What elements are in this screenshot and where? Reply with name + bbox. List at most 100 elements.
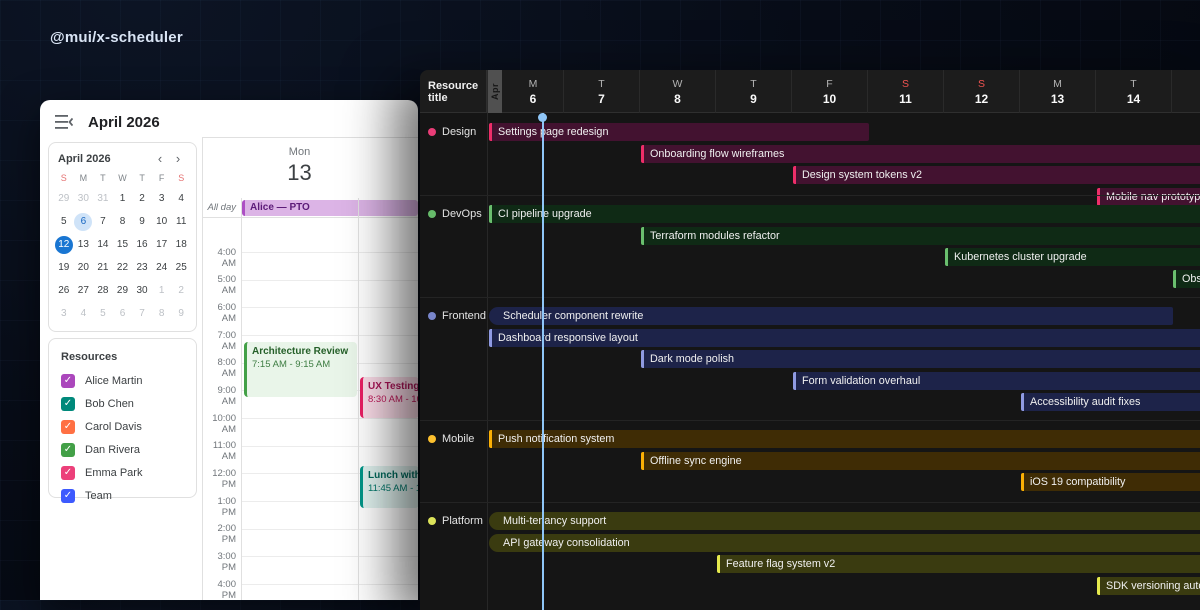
mini-calendar-day[interactable]: 1 — [113, 187, 133, 210]
day-number: 14 — [1127, 92, 1140, 106]
mini-calendar-day[interactable]: 6 — [74, 210, 94, 233]
timeline-event[interactable]: iOS 19 compatibility — [1021, 473, 1200, 491]
mini-calendar-day[interactable]: 2 — [132, 187, 152, 210]
mini-calendar-day[interactable]: 27 — [74, 279, 94, 302]
hour-label: 7:00 AM — [203, 330, 236, 352]
mini-calendar-day[interactable]: 5 — [54, 210, 74, 233]
timeline-event[interactable]: Dark mode polish — [641, 350, 1200, 368]
timeline-event[interactable]: Onboarding flow wireframes — [641, 145, 1200, 163]
hour-gridline — [241, 252, 418, 253]
mini-calendar-day[interactable]: 29 — [113, 279, 133, 302]
current-time-line — [542, 113, 544, 610]
timeline-day-header: T14 — [1095, 70, 1171, 113]
mini-calendar-day[interactable]: 22 — [113, 256, 133, 279]
day-letter: S — [902, 78, 909, 90]
mini-calendar-day[interactable]: 8 — [113, 210, 133, 233]
hour-label: 8:00 AM — [203, 357, 236, 379]
mini-calendar-day[interactable]: 25 — [171, 256, 191, 279]
mini-calendar-day[interactable]: 5 — [93, 302, 113, 325]
resource-name: Design — [442, 126, 476, 138]
day-letter: M — [1053, 78, 1062, 90]
mini-calendar-day[interactable]: 3 — [152, 187, 172, 210]
hour-label: 10:00 AM — [203, 413, 236, 435]
mini-calendar-day[interactable]: 7 — [132, 302, 152, 325]
timeline-event[interactable]: Dashboard responsive layout — [489, 329, 1200, 347]
mini-calendar-day[interactable]: 2 — [171, 279, 191, 302]
mini-calendar-day[interactable]: 6 — [113, 302, 133, 325]
mini-calendar-day[interactable]: 12 — [54, 233, 74, 256]
timeline-event[interactable]: Multi-tenancy support — [489, 512, 1200, 530]
mini-calendar-day[interactable]: 30 — [132, 279, 152, 302]
resource-checkbox[interactable]: ✓ — [61, 374, 75, 388]
day-view-event[interactable]: UX Testing Se8:30 AM - 10:0 — [360, 377, 418, 419]
hour-gridline — [241, 335, 418, 336]
mini-calendar-day[interactable]: 19 — [54, 256, 74, 279]
mini-calendar-day[interactable]: 24 — [152, 256, 172, 279]
all-day-event[interactable]: Alice — PTO — [242, 200, 418, 216]
timeline-event[interactable]: Mobile nav prototype — [1097, 188, 1200, 206]
mini-calendar-day[interactable]: 14 — [93, 233, 113, 256]
timeline-event[interactable]: Obse — [1173, 270, 1200, 288]
timeline-event[interactable]: Terraform modules refactor — [641, 227, 1200, 245]
hour-label: 1:00 PM — [203, 496, 236, 518]
timeline-day-header: W8 — [639, 70, 715, 113]
mini-calendar-day[interactable]: 4 — [171, 187, 191, 210]
timeline-day-header: S 11 — [867, 70, 943, 113]
resource-checkbox[interactable]: ✓ — [61, 489, 75, 503]
mini-calendar-day[interactable]: 4 — [74, 302, 94, 325]
timeline-resource-label: Mobile — [420, 430, 487, 448]
mini-calendar-day[interactable]: 1 — [152, 279, 172, 302]
mini-calendar-day[interactable]: 9 — [132, 210, 152, 233]
resource-checkbox[interactable]: ✓ — [61, 397, 75, 411]
timeline-event[interactable]: Push notification system — [489, 430, 1200, 448]
hour-gridline — [241, 529, 418, 530]
timeline-event[interactable]: Feature flag system v2 — [717, 555, 1200, 573]
mini-calendar-day[interactable]: 21 — [93, 256, 113, 279]
next-month-button[interactable]: › — [169, 150, 187, 168]
resource-checkbox[interactable]: ✓ — [61, 466, 75, 480]
timeline-event[interactable]: Settings page redesign — [489, 123, 869, 141]
prev-month-button[interactable]: ‹ — [151, 150, 169, 168]
hour-label: 11:00 AM — [203, 440, 236, 462]
mini-calendar-day[interactable]: 23 — [132, 256, 152, 279]
resource-color-dot — [428, 312, 436, 320]
mini-calendar-day[interactable]: 10 — [152, 210, 172, 233]
mini-calendar-day[interactable]: 18 — [171, 233, 191, 256]
timeline-event[interactable]: Design system tokens v2 — [793, 166, 1200, 184]
mini-calendar-day[interactable]: 20 — [74, 256, 94, 279]
timeline-event[interactable]: SDK versioning automat — [1097, 577, 1200, 595]
day-view-event[interactable]: Lunch with Cli11:45 AM - 1:1 — [360, 466, 418, 508]
mini-calendar-day[interactable]: 7 — [93, 210, 113, 233]
mini-calendar-day[interactable]: 11 — [171, 210, 191, 233]
resource-checkbox[interactable]: ✓ — [61, 420, 75, 434]
timeline-event[interactable]: API gateway consolidation — [489, 534, 1200, 552]
hour-gridline — [241, 307, 418, 308]
mini-calendar-day[interactable]: 13 — [74, 233, 94, 256]
day-view-event[interactable]: Architecture Review7:15 AM - 9:15 AM — [244, 342, 357, 397]
timeline-event[interactable]: Form validation overhaul — [793, 372, 1200, 390]
resource-checkbox[interactable]: ✓ — [61, 443, 75, 457]
mini-calendar-day[interactable]: 15 — [113, 233, 133, 256]
mini-calendar-day[interactable]: 30 — [74, 187, 94, 210]
timeline-event[interactable]: CI pipeline upgrade — [489, 205, 1200, 223]
menu-open-button[interactable] — [54, 112, 74, 132]
mini-calendar-day[interactable]: 31 — [93, 187, 113, 210]
mini-calendar-day[interactable]: 9 — [171, 302, 191, 325]
day-number: 11 — [899, 92, 912, 106]
mini-calendar-day[interactable]: 17 — [152, 233, 172, 256]
mini-calendar-day[interactable]: 29 — [54, 187, 74, 210]
all-day-label: All day — [203, 202, 236, 213]
timeline-event[interactable]: Scheduler component rewrite — [489, 307, 1173, 325]
timeline-day-header: S12 — [943, 70, 1019, 113]
mini-calendar-day[interactable]: 8 — [152, 302, 172, 325]
mini-calendar-day[interactable]: 3 — [54, 302, 74, 325]
mini-calendar-day[interactable]: 28 — [93, 279, 113, 302]
timeline-event[interactable]: Offline sync engine — [641, 452, 1200, 470]
day-number: 13 — [241, 160, 358, 186]
mini-calendar-day[interactable]: 26 — [54, 279, 74, 302]
mini-calendar-day[interactable]: 16 — [132, 233, 152, 256]
hour-label: 5:00 AM — [203, 274, 236, 296]
hour-label: 12:00 PM — [203, 468, 236, 490]
timeline-event[interactable]: Accessibility audit fixes — [1021, 393, 1200, 411]
timeline-event[interactable]: Kubernetes cluster upgrade — [945, 248, 1200, 266]
